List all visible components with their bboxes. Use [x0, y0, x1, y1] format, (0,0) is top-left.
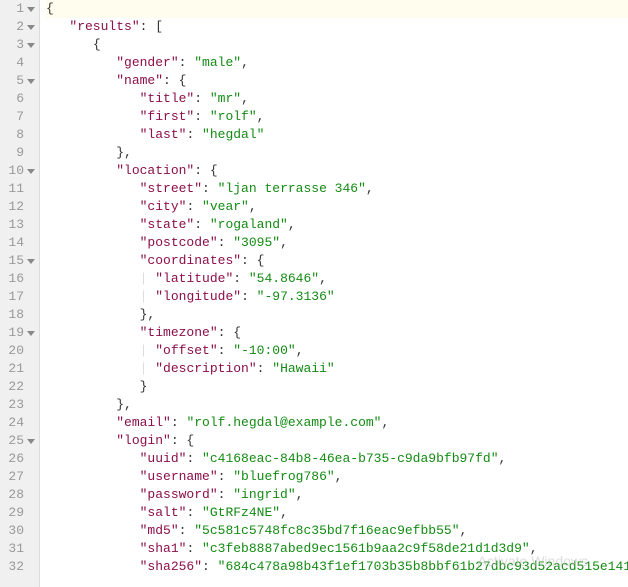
fold-arrow-icon[interactable]	[27, 7, 35, 12]
line-number: 24	[0, 414, 39, 432]
code-line[interactable]: "first": "rolf",	[46, 108, 628, 126]
code-line[interactable]: "email": "rolf.hegdal@example.com",	[46, 414, 628, 432]
code-line[interactable]: "password": "ingrid",	[46, 486, 628, 504]
line-number: 1	[0, 0, 39, 18]
fold-arrow-icon[interactable]	[27, 259, 35, 264]
line-number: 9	[0, 144, 39, 162]
fold-arrow-icon[interactable]	[27, 43, 35, 48]
fold-arrow-icon[interactable]	[27, 331, 35, 336]
line-number: 28	[0, 486, 39, 504]
code-line[interactable]: },	[46, 396, 628, 414]
code-line[interactable]: | "latitude": "54.8646",	[46, 270, 628, 288]
line-number: 13	[0, 216, 39, 234]
code-line[interactable]: "login": {	[46, 432, 628, 450]
line-number: 4	[0, 54, 39, 72]
line-number: 32	[0, 558, 39, 576]
fold-arrow-icon[interactable]	[27, 439, 35, 444]
line-number: 8	[0, 126, 39, 144]
code-line[interactable]: "username": "bluefrog786",	[46, 468, 628, 486]
code-line[interactable]: "timezone": {	[46, 324, 628, 342]
code-line[interactable]: "name": {	[46, 72, 628, 90]
line-number: 14	[0, 234, 39, 252]
code-line[interactable]: "results": [	[46, 18, 628, 36]
line-number: 10	[0, 162, 39, 180]
code-line[interactable]: },	[46, 144, 628, 162]
line-number: 31	[0, 540, 39, 558]
line-number: 15	[0, 252, 39, 270]
code-line[interactable]: "title": "mr",	[46, 90, 628, 108]
code-line[interactable]: {	[46, 0, 628, 18]
line-number: 5	[0, 72, 39, 90]
line-number: 21	[0, 360, 39, 378]
line-number: 20	[0, 342, 39, 360]
code-line[interactable]: | "longitude": "-97.3136"	[46, 288, 628, 306]
code-line[interactable]: "sha1": "c3feb8887abed9ec1561b9aa2c9f58d…	[46, 540, 628, 558]
code-editor: 1234567891011121314151617181920212223242…	[0, 0, 628, 587]
code-line[interactable]: "md5": "5c581c5748fc8c35bd7f16eac9efbb55…	[46, 522, 628, 540]
code-area[interactable]: { "results": [ { "gender": "male", "name…	[40, 0, 628, 587]
code-line[interactable]: "location": {	[46, 162, 628, 180]
code-line[interactable]: "postcode": "3095",	[46, 234, 628, 252]
line-number: 25	[0, 432, 39, 450]
line-number: 27	[0, 468, 39, 486]
code-line[interactable]: },	[46, 306, 628, 324]
line-number: 11	[0, 180, 39, 198]
line-number: 7	[0, 108, 39, 126]
line-number: 17	[0, 288, 39, 306]
code-line[interactable]: | "description": "Hawaii"	[46, 360, 628, 378]
line-number: 18	[0, 306, 39, 324]
code-line[interactable]: "gender": "male",	[46, 54, 628, 72]
line-number: 2	[0, 18, 39, 36]
line-number: 29	[0, 504, 39, 522]
line-number: 12	[0, 198, 39, 216]
line-number: 23	[0, 396, 39, 414]
code-line[interactable]: "uuid": "c4168eac-84b8-46ea-b735-c9da9bf…	[46, 450, 628, 468]
fold-arrow-icon[interactable]	[27, 79, 35, 84]
code-line[interactable]: }	[46, 378, 628, 396]
line-number: 22	[0, 378, 39, 396]
line-number: 26	[0, 450, 39, 468]
code-line[interactable]: | "offset": "-10:00",	[46, 342, 628, 360]
fold-arrow-icon[interactable]	[27, 25, 35, 30]
code-line[interactable]: "coordinates": {	[46, 252, 628, 270]
code-line[interactable]: "street": "ljan terrasse 346",	[46, 180, 628, 198]
code-line[interactable]: "sha256": "684c478a98b43f1ef1703b35b8bbf…	[46, 558, 628, 576]
line-gutter: 1234567891011121314151617181920212223242…	[0, 0, 40, 587]
code-line[interactable]: "last": "hegdal"	[46, 126, 628, 144]
line-number: 16	[0, 270, 39, 288]
code-line[interactable]: "state": "rogaland",	[46, 216, 628, 234]
code-line[interactable]: "city": "vear",	[46, 198, 628, 216]
fold-arrow-icon[interactable]	[27, 169, 35, 174]
line-number: 6	[0, 90, 39, 108]
line-number: 19	[0, 324, 39, 342]
code-line[interactable]: {	[46, 36, 628, 54]
code-line[interactable]: "salt": "GtRFz4NE",	[46, 504, 628, 522]
line-number: 30	[0, 522, 39, 540]
line-number: 3	[0, 36, 39, 54]
